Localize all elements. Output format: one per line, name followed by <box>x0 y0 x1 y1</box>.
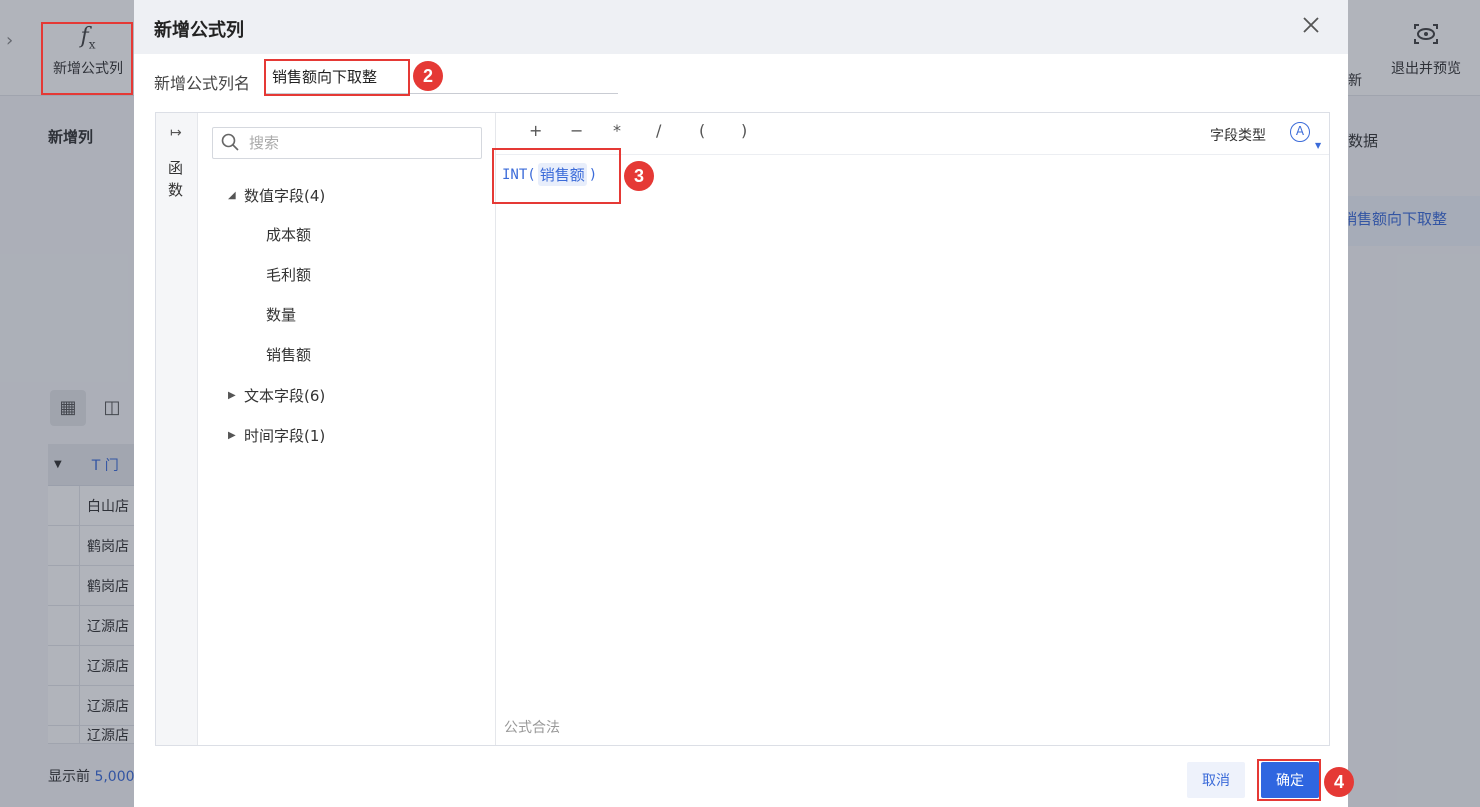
annotation-box-3 <box>492 148 621 204</box>
tree-group-label: 文本字段(6) <box>244 386 326 405</box>
field-item[interactable]: 销售额 <box>228 335 325 375</box>
annotation-badge-2: 2 <box>413 61 443 91</box>
dialog-title: 新增公式列 <box>154 20 244 41</box>
operator-divide[interactable]: / <box>656 121 661 140</box>
search-icon <box>221 133 239 151</box>
close-icon[interactable] <box>1296 12 1326 42</box>
operator-minus[interactable]: − <box>570 121 583 140</box>
expand-panel-icon[interactable]: ↦ <box>170 125 182 141</box>
new-formula-column-dialog: 新增公式列 新增公式列名 ↦ 函数 ◢ 数值字段(4) <box>134 0 1348 807</box>
collapsed-caret-icon[interactable]: ▶ <box>228 430 244 441</box>
formula-area: + − * / ( ) 字段类型 A ▼ INT( 销售额 ) 公式合法 <box>496 113 1329 745</box>
field-search[interactable] <box>212 127 482 159</box>
dialog-header: 新增公式列 <box>134 0 1348 54</box>
annotation-box-2 <box>264 59 410 96</box>
tree-group-label: 数值字段(4) <box>244 186 326 205</box>
formula-editor: ↦ 函数 ◢ 数值字段(4) 成本额 毛利额 数量 销售额 <box>155 112 1330 746</box>
expanded-caret-icon[interactable]: ◢ <box>228 190 244 201</box>
column-name-label: 新增公式列名 <box>154 74 251 93</box>
operator-close-paren[interactable]: ) <box>741 121 747 140</box>
tree-group-text[interactable]: ▶ 文本字段(6) <box>228 375 325 415</box>
tree-group-time[interactable]: ▶ 时间字段(1) <box>228 415 325 455</box>
search-input[interactable] <box>249 132 469 154</box>
field-item[interactable]: 毛利额 <box>228 255 325 295</box>
tree-group-label: 时间字段(1) <box>244 426 326 445</box>
field-list-panel: ◢ 数值字段(4) 成本额 毛利额 数量 销售额 ▶ 文本字段(6) ▶ 时间字… <box>198 113 496 745</box>
operator-plus[interactable]: + <box>529 121 542 140</box>
field-item[interactable]: 数量 <box>228 295 325 335</box>
field-item[interactable]: 成本额 <box>228 215 325 255</box>
function-tab-label[interactable]: 函数 <box>168 157 186 201</box>
field-type-label: 字段类型 <box>1210 128 1266 144</box>
operator-open-paren[interactable]: ( <box>699 121 705 140</box>
function-rail[interactable]: ↦ 函数 <box>156 113 198 745</box>
cancel-button[interactable]: 取消 <box>1187 762 1245 798</box>
formula-valid-status: 公式合法 <box>504 720 560 736</box>
annotation-box-1 <box>41 22 133 95</box>
annotation-badge-3: 3 <box>624 161 654 191</box>
field-type-icon[interactable]: A <box>1290 122 1310 142</box>
annotation-box-4 <box>1257 759 1321 801</box>
tree-group-numeric[interactable]: ◢ 数值字段(4) <box>228 175 325 215</box>
field-type-dropdown-icon[interactable]: ▼ <box>1315 141 1321 150</box>
collapsed-caret-icon[interactable]: ▶ <box>228 390 244 401</box>
annotation-badge-4: 4 <box>1324 767 1354 797</box>
field-tree: ◢ 数值字段(4) 成本额 毛利额 数量 销售额 ▶ 文本字段(6) ▶ 时间字… <box>228 175 325 455</box>
operator-multiply[interactable]: * <box>613 121 621 140</box>
